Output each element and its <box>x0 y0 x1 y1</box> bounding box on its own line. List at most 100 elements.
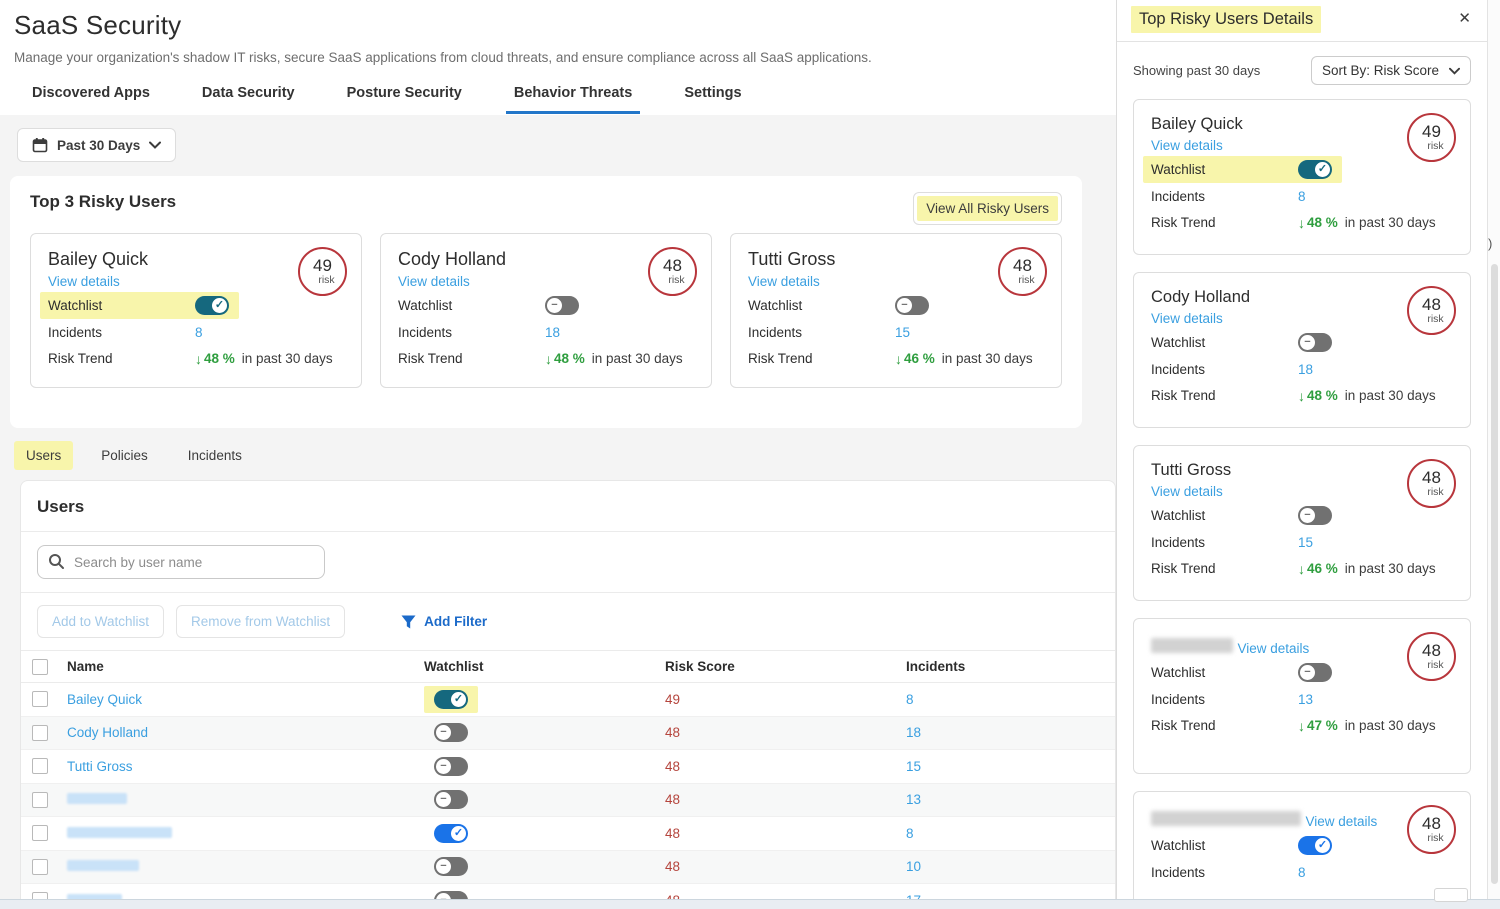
vertical-scrollbar-thumb[interactable] <box>1491 264 1498 884</box>
toggle-knob-icon <box>212 298 227 313</box>
tab-posture-security[interactable]: Posture Security <box>339 79 470 114</box>
tab-data-security[interactable]: Data Security <box>194 79 303 114</box>
incidents-count-link[interactable]: 13 <box>906 792 921 807</box>
redacted-user-name[interactable] <box>67 860 139 871</box>
user-name-link[interactable]: Tutti Gross <box>67 759 133 774</box>
vertical-scrollbar[interactable] <box>1487 0 1500 909</box>
row-checkbox[interactable] <box>32 758 48 774</box>
view-details-link[interactable]: View details <box>1151 138 1223 153</box>
tab-incidents[interactable]: Incidents <box>176 441 254 470</box>
column-header-risk-score[interactable]: Risk Score <box>665 659 906 674</box>
watchlist-label: Watchlist <box>398 298 545 313</box>
redacted-user-name[interactable] <box>67 827 172 838</box>
watchlist-toggle[interactable] <box>434 690 468 709</box>
table-row[interactable]: Bailey Quick 49 8 <box>21 683 1115 717</box>
view-details-link[interactable]: View details <box>1151 311 1223 326</box>
add-to-watchlist-button[interactable]: Add to Watchlist <box>37 605 164 638</box>
incidents-count-link[interactable]: 13 <box>1298 692 1313 707</box>
select-all-checkbox[interactable] <box>32 659 48 675</box>
table-row[interactable]: 48 10 <box>21 851 1115 885</box>
horizontal-scrollbar[interactable] <box>0 899 1500 909</box>
watchlist-toggle[interactable] <box>1298 506 1332 525</box>
view-details-link[interactable]: View details <box>398 274 470 289</box>
incidents-count-link[interactable]: 15 <box>1298 535 1313 550</box>
watchlist-toggle[interactable] <box>545 296 579 315</box>
remove-from-watchlist-button[interactable]: Remove from Watchlist <box>176 605 345 638</box>
incidents-count-link[interactable]: 8 <box>1298 189 1306 204</box>
incidents-count-link[interactable]: 8 <box>906 826 914 841</box>
table-row[interactable]: 48 13 <box>21 784 1115 818</box>
watchlist-toggle[interactable] <box>434 723 468 742</box>
row-checkbox[interactable] <box>32 792 48 808</box>
risk-trend-label: Risk Trend <box>1151 561 1298 576</box>
watchlist-row: Watchlist <box>1151 329 1453 356</box>
incidents-count-link[interactable]: 18 <box>1298 362 1313 377</box>
toggle-knob-icon <box>1315 838 1330 853</box>
watchlist-toggle[interactable] <box>195 296 229 315</box>
watchlist-highlight: Watchlist <box>740 292 939 319</box>
user-name-link[interactable]: Bailey Quick <box>67 692 142 707</box>
watchlist-toggle[interactable] <box>434 824 468 843</box>
row-checkbox[interactable] <box>32 892 48 899</box>
sort-by-dropdown[interactable]: Sort By: Risk Score <box>1311 56 1471 85</box>
incidents-row: Incidents 8 <box>1151 184 1453 209</box>
tab-policies[interactable]: Policies <box>89 441 160 470</box>
watchlist-toggle[interactable] <box>1298 160 1332 179</box>
risky-user-card: 48 risk View details Watchlist Incidents… <box>1133 618 1471 774</box>
watchlist-toggle[interactable] <box>1298 663 1332 682</box>
table-row[interactable]: Cody Holland 48 18 <box>21 717 1115 751</box>
incidents-count-link[interactable]: 10 <box>906 859 921 874</box>
tab-behavior-threats[interactable]: Behavior Threats <box>506 79 640 114</box>
tab-users[interactable]: Users <box>14 441 73 470</box>
column-header-watchlist[interactable]: Watchlist <box>424 659 665 674</box>
view-all-risky-users-button[interactable]: View All Risky Users <box>913 192 1062 225</box>
table-header: Name Watchlist Risk Score Incidents <box>21 650 1115 683</box>
watchlist-toggle[interactable] <box>434 891 468 899</box>
users-section: Users Add to Watchlist Remove from Watch… <box>20 480 1116 899</box>
watchlist-toggle[interactable] <box>895 296 929 315</box>
view-details-link[interactable]: View details <box>1305 814 1377 829</box>
row-checkbox[interactable] <box>32 825 48 841</box>
redacted-user-name[interactable] <box>67 793 127 804</box>
user-name-link[interactable]: Cody Holland <box>67 725 148 740</box>
watchlist-toggle[interactable] <box>434 757 468 776</box>
view-details-link[interactable]: View details <box>48 274 120 289</box>
watchlist-toggle[interactable] <box>1298 836 1332 855</box>
table-row[interactable]: 48 8 <box>21 817 1115 851</box>
incidents-count-link[interactable]: 8 <box>195 325 203 340</box>
incidents-count-link[interactable]: 18 <box>906 725 921 740</box>
watchlist-highlight <box>424 853 478 880</box>
view-details-link[interactable]: View details <box>748 274 820 289</box>
incidents-count-link[interactable]: 15 <box>906 759 921 774</box>
tab-discovered-apps[interactable]: Discovered Apps <box>24 79 158 114</box>
table-row[interactable]: Tutti Gross 48 15 <box>21 750 1115 784</box>
watchlist-toggle[interactable] <box>434 790 468 809</box>
row-checkbox[interactable] <box>32 725 48 741</box>
incidents-count-link[interactable]: 8 <box>906 692 914 707</box>
trend-down-arrow-icon: ↓ <box>1298 561 1305 577</box>
row-checkbox[interactable] <box>32 691 48 707</box>
column-header-incidents[interactable]: Incidents <box>906 659 1115 674</box>
incidents-row: Incidents 15 <box>748 320 1044 345</box>
column-header-name[interactable]: Name <box>67 659 424 674</box>
watchlist-label: Watchlist <box>748 298 895 313</box>
incidents-count-link[interactable]: 8 <box>1298 865 1306 880</box>
view-details-link[interactable]: View details <box>1151 484 1223 499</box>
risk-score-value: 49 <box>665 692 680 707</box>
watchlist-toggle[interactable] <box>1298 333 1332 352</box>
incidents-count-link[interactable]: 18 <box>545 325 560 340</box>
row-checkbox[interactable] <box>32 859 48 875</box>
add-filter-button[interactable]: Add Filter <box>401 614 487 629</box>
view-details-link[interactable]: View details <box>1237 641 1309 656</box>
time-range-dropdown[interactable]: Past 30 Days <box>17 128 176 162</box>
watchlist-toggle[interactable] <box>434 857 468 876</box>
risk-unit-label: risk <box>1427 314 1443 325</box>
close-icon[interactable]: ✕ <box>1458 9 1471 27</box>
incidents-count-link[interactable]: 15 <box>895 325 910 340</box>
table-row[interactable]: 48 17 <box>21 884 1115 899</box>
search-input[interactable] <box>37 545 325 579</box>
risk-trend-label: Risk Trend <box>48 351 195 366</box>
risk-score-value: 48 <box>665 725 680 740</box>
tab-settings[interactable]: Settings <box>676 79 749 114</box>
watchlist-highlight <box>424 719 478 746</box>
